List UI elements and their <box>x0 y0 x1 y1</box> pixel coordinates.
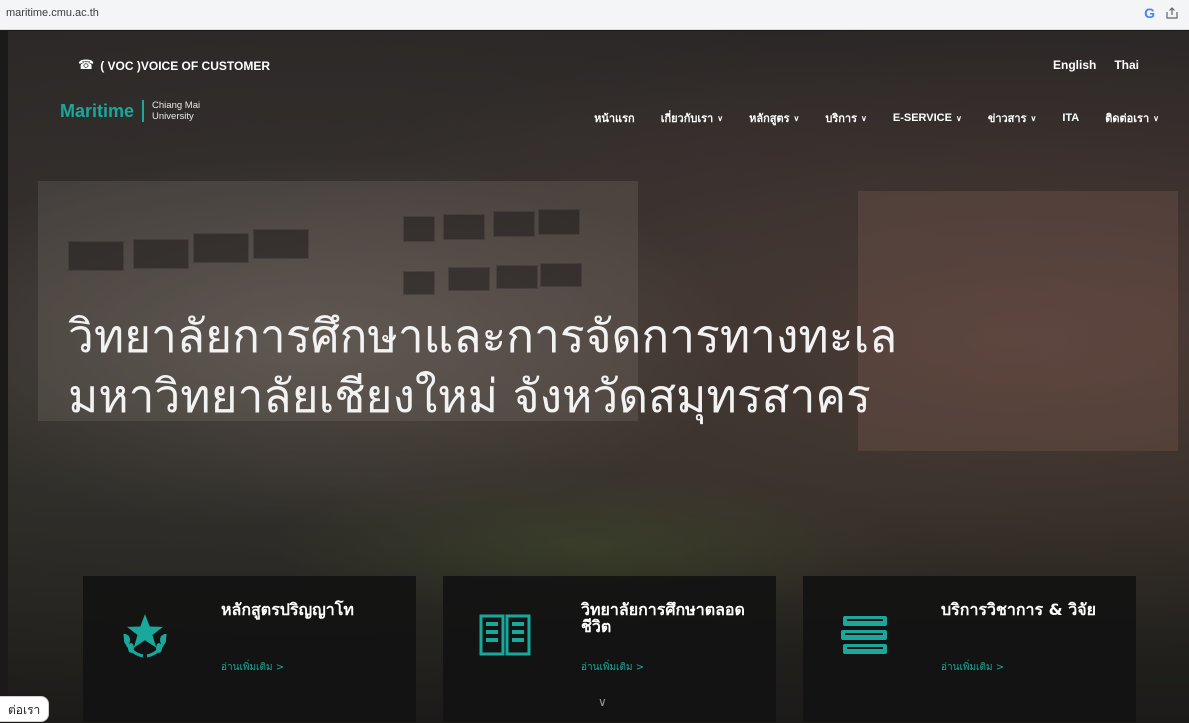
card-title: บริการวิชาการ & วิจัย <box>941 600 1096 619</box>
star-laurel-icon <box>123 614 167 658</box>
browser-address-bar: maritime.cmu.ac.th G <box>0 0 1189 30</box>
scroll-down-icon[interactable]: ∨ <box>598 695 607 709</box>
logo-university-text: Chiang Mai University <box>152 100 201 122</box>
language-switcher: English Thai <box>1053 58 1139 72</box>
lang-english-link[interactable]: English <box>1053 58 1096 72</box>
nav-item-programs[interactable]: หลักสูตร ∨ <box>749 109 799 127</box>
read-more-link[interactable]: อ่านเพิ่มเติม > <box>941 660 1004 675</box>
building-window <box>448 267 490 291</box>
nav-item-services[interactable]: บริการ ∨ <box>825 109 867 127</box>
chevron-down-icon: ∨ <box>1153 113 1159 123</box>
nav-item-ita[interactable]: ITA <box>1062 112 1079 124</box>
card-title: วิทยาลัยการศึกษาตลอดชีวิต <box>581 600 745 636</box>
chevron-down-icon: ∨ <box>955 113 962 123</box>
building-window <box>68 241 124 271</box>
main-nav: หน้าแรก เกี่ยวกับเรา ∨ หลักสูตร ∨ บริการ ∨ … <box>568 109 1159 127</box>
building-window <box>493 211 535 237</box>
nav-item-contact[interactable]: ติดต่อเรา ∨ <box>1105 109 1159 127</box>
card-lifelong-learning[interactable]: วิทยาลัยการศึกษาตลอดชีวิต อ่านเพิ่มเติม … <box>443 576 776 722</box>
card-academic-services[interactable]: บริการวิชาการ & วิจัย อ่านเพิ่มเติม > <box>803 576 1136 722</box>
building-window <box>403 216 435 242</box>
share-icon[interactable] <box>1165 6 1179 20</box>
logo-maritime-text: Maritime <box>60 100 135 121</box>
lang-thai-link[interactable]: Thai <box>1114 58 1139 72</box>
voc-label: ( VOC )VOICE OF CUSTOMER <box>100 58 270 73</box>
building-window <box>496 265 538 289</box>
url-text[interactable]: maritime.cmu.ac.th <box>6 7 99 19</box>
hero-headline-line2: มหาวิทยาลัยเชียงใหม่ จังหวัดสมุทรสาคร <box>68 369 871 423</box>
building-window <box>403 271 435 295</box>
building-window <box>540 263 582 287</box>
contact-us-tab[interactable]: ต่อเรา <box>0 696 50 722</box>
building-window <box>538 209 580 235</box>
chevron-down-icon: ∨ <box>793 113 800 123</box>
read-more-link[interactable]: อ่านเพิ่มเติม > <box>581 660 644 675</box>
building-window <box>443 214 485 240</box>
chevron-down-icon: ∨ <box>861 113 867 123</box>
chevron-down-icon: ∨ <box>717 113 724 123</box>
hero-headline-line1: วิทยาลัยการศึกษาและการจัดการทางทะเล <box>68 309 898 363</box>
building-window <box>253 229 309 259</box>
building-window <box>193 233 249 263</box>
hero-headline: วิทยาลัยการศึกษาและการจัดการทางทะเล มหาว… <box>68 306 1168 426</box>
chevron-down-icon: ∨ <box>1030 113 1037 123</box>
open-book-icon <box>479 614 531 656</box>
book-stack-icon <box>841 616 887 654</box>
phone-icon: ☎ <box>78 58 95 73</box>
logo-divider <box>142 100 145 122</box>
google-translate-icon[interactable]: G <box>1144 5 1155 21</box>
site-logo[interactable]: Maritime Chiang Mai University <box>60 100 200 122</box>
nav-item-eservice[interactable]: E-SERVICE ∨ <box>893 112 962 124</box>
voice-of-customer-link[interactable]: ☎ ( VOC )VOICE OF CUSTOMER <box>78 58 270 73</box>
nav-item-news[interactable]: ข่าวสาร ∨ <box>988 109 1037 127</box>
read-more-link[interactable]: อ่านเพิ่มเติม > <box>221 660 284 675</box>
nav-item-home[interactable]: หน้าแรก <box>594 109 635 127</box>
card-title: หลักสูตรปริญญาโท <box>221 600 354 619</box>
card-masters-program[interactable]: หลักสูตรปริญญาโท อ่านเพิ่มเติม > <box>83 576 416 722</box>
hero-banner: ☎ ( VOC )VOICE OF CUSTOMER English Thai … <box>8 31 1189 722</box>
nav-item-about[interactable]: เกี่ยวกับเรา ∨ <box>661 109 723 127</box>
building-window <box>133 239 189 269</box>
